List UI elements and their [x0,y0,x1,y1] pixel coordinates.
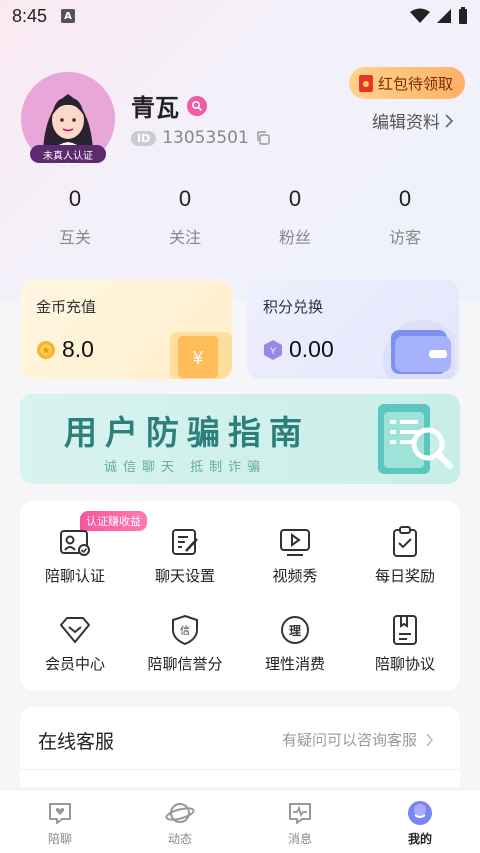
battery-icon [459,7,467,24]
signal-icon [437,9,451,23]
copy-icon[interactable] [255,130,271,146]
service-hint: 有疑问可以咨询客服 [281,731,417,749]
points-value-row: Y 0.00 [263,336,334,363]
banner-title: 用户防骗指南 [64,413,310,452]
stat-fans[interactable]: 0 粉丝 [240,186,350,248]
tab-label: 我的 [407,832,432,846]
stat-visitors[interactable]: 0 访客 [350,186,460,248]
points-exchange-card[interactable]: 积分兑换 Y 0.00 [247,280,459,379]
stat-value: 0 [178,186,192,211]
coin-box-icon: ¥ [170,332,232,379]
grid-item-credit-score[interactable]: 信 陪聊信誉分 [130,613,240,674]
user-id: 13053501 [162,128,249,148]
coin-value: 8.0 [62,336,94,362]
stat-label: 关注 [168,228,201,247]
stat-mutual[interactable]: 0 互关 [20,186,130,248]
stat-value: 0 [68,186,82,211]
grid-item-chat-verify[interactable]: 陪聊认证 [20,525,130,586]
tab-moments[interactable]: 动态 [120,790,240,853]
coin-box-symbol: ¥ [192,348,204,368]
gender-female-icon [187,95,207,116]
nickname-row: 青瓦 [131,88,207,123]
stats-row: 0 互关 0 关注 0 粉丝 0 访客 [20,186,460,248]
tab-label: 消息 [287,832,312,846]
points-value: 0.00 [289,336,334,362]
edit-icon [168,525,202,559]
online-service-row[interactable]: 在线客服 有疑问可以咨询客服 [20,707,460,787]
tab-me[interactable]: 我的 [360,790,480,853]
id-card-icon [58,525,92,559]
document-icon [388,613,422,647]
service-hint-row: 有疑问可以咨询客服 [282,729,434,750]
status-bar: 8:45 A [0,0,480,32]
feature-grid: 认证赚收益 陪聊认证 聊天设置 视频秀 每日奖励 会员中心 信 陪聊信誉分 理 … [20,501,460,690]
shield-glyph: 信 [180,625,190,637]
notification-a-icon: A [61,9,76,23]
stat-label: 粉丝 [278,228,311,247]
user-id-row: ID 13053501 [131,128,271,148]
grid-label: 陪聊信誉分 [147,655,223,673]
chevron-right-icon [426,733,433,746]
grid-label: 陪聊协议 [374,655,435,673]
tab-chat[interactable]: 陪聊 [0,790,120,853]
clipboard-icon [388,525,422,559]
banner-subtitle: 诚信聊天 抵制诈骗 [104,460,267,475]
message-icon [285,798,315,828]
video-icon [278,525,312,559]
grid-label: 聊天设置 [154,567,215,585]
red-packet-label: 红包待领取 [378,74,454,93]
id-tag: ID [131,130,157,146]
grid-label: 会员中心 [44,655,105,673]
shield-icon: 信 [168,613,202,647]
grid-item-member-center[interactable]: 会员中心 [20,613,130,674]
stat-following[interactable]: 0 关注 [130,186,240,248]
grid-item-chat-settings[interactable]: 聊天设置 [130,525,240,586]
coin-value-row: 8.0 [36,336,94,363]
points-title: 积分兑换 [263,298,324,316]
stat-value: 0 [288,186,302,211]
grid-label: 陪聊认证 [44,567,105,585]
nickname: 青瓦 [131,94,179,122]
circle-glyph: 理 [289,624,301,638]
grid-label: 每日奖励 [374,567,435,585]
gold-coin-icon [37,340,55,359]
edit-profile-label: 编辑资料 [372,113,440,133]
heart-chat-icon [45,798,75,828]
grid-item-video-show[interactable]: 视频秀 [240,525,350,586]
stat-label: 互关 [58,228,91,247]
tab-messages[interactable]: 消息 [240,790,360,853]
circle-icon: 理 [278,613,312,647]
bottom-tab-bar: 陪聊 动态 消息 我的 [0,789,480,853]
tab-label: 陪聊 [47,832,72,846]
diamond-icon [58,613,92,647]
status-icons [410,7,468,25]
wallet-icon [383,320,455,379]
divider [20,769,460,770]
tab-label: 动态 [167,832,192,846]
stat-label: 访客 [388,228,421,247]
grid-label: 视频秀 [272,567,318,585]
gem-symbol: Y [270,346,276,356]
grid-item-chat-agreement[interactable]: 陪聊协议 [350,613,460,674]
planet-icon [165,798,195,828]
grid-label: 理性消费 [264,655,325,673]
scroll-magnifier-icon [378,404,453,474]
purple-gem-icon: Y [264,339,282,360]
service-title: 在线客服 [38,731,115,753]
grid-item-daily-reward[interactable]: 每日奖励 [350,525,460,586]
red-packet-button[interactable]: 红包待领取 [349,67,465,99]
stat-value: 0 [398,186,412,211]
chevron-right-icon [445,113,454,128]
wifi-icon [410,8,430,23]
real-person-badge[interactable]: 未真人认证 [30,145,106,163]
grid-item-rational-spending[interactable]: 理 理性消费 [240,613,350,674]
red-envelope-icon [359,74,373,92]
me-icon [405,798,435,828]
coin-title: 金币充值 [36,298,97,316]
edit-profile-link[interactable]: 编辑资料 [372,108,454,133]
anti-fraud-banner[interactable]: 用户防骗指南 诚信聊天 抵制诈骗 [20,394,460,484]
coin-recharge-card[interactable]: 金币充值 8.0 ¥ [20,280,232,379]
status-time: 8:45 [12,5,48,26]
